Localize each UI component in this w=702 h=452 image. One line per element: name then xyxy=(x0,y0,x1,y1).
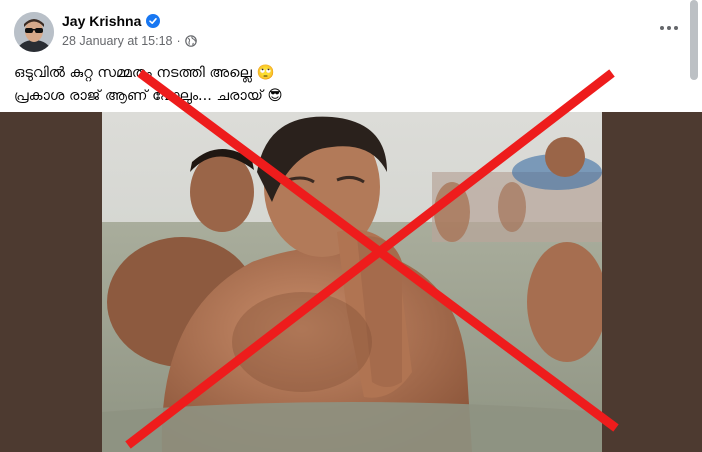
post-text-line-2: പ്രകാശ രാജ് ആണ് പോലും... ചരായ് 😎 xyxy=(14,88,283,104)
post-header: Jay Krishna 28 January at 15:18 · xyxy=(0,0,702,60)
post-timestamp[interactable]: 28 January at 15:18 xyxy=(62,34,173,48)
globe-icon[interactable] xyxy=(184,35,197,47)
author-name[interactable]: Jay Krishna xyxy=(62,13,141,29)
post-image[interactable] xyxy=(0,112,702,452)
post-text-line-1: ഒടുവിൽ കുറ്റ സമ്മതം നടത്തി അല്ലെ 🙄 xyxy=(14,65,275,81)
more-options-icon[interactable] xyxy=(656,18,682,38)
facebook-post: Jay Krishna 28 January at 15:18 · ഒടുവിൽ… xyxy=(0,0,702,452)
post-text: ഒടുവിൽ കുറ്റ സമ്മതം നടത്തി അല്ലെ 🙄 പ്രകാ… xyxy=(14,62,654,108)
scrollbar-thumb[interactable] xyxy=(690,0,698,80)
dot-3 xyxy=(674,26,678,30)
avatar-image xyxy=(14,12,54,52)
dot-1 xyxy=(660,26,664,30)
author-line: Jay Krishna xyxy=(62,13,161,29)
post-meta: 28 January at 15:18 · xyxy=(62,34,197,48)
photo-river-bathing xyxy=(102,112,602,452)
author-avatar[interactable] xyxy=(14,12,54,52)
meta-separator: · xyxy=(176,34,181,48)
verified-badge-icon xyxy=(146,14,161,28)
dot-2 xyxy=(667,26,671,30)
